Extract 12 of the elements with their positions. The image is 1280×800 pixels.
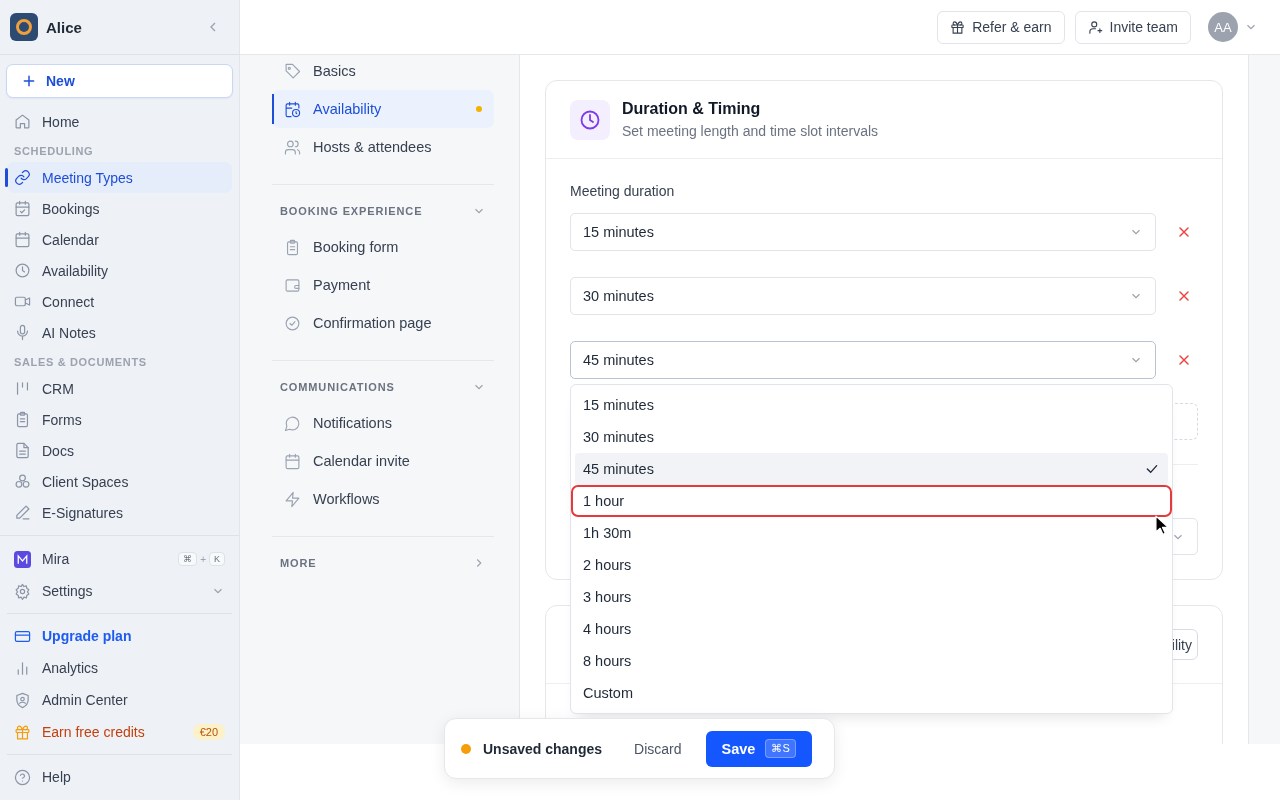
field-label: Meeting duration (570, 183, 676, 199)
key-cap: ⌘ (178, 552, 198, 566)
nav-section-label: SALES & DOCUMENTS (13, 355, 148, 370)
shortcut-key: ⌘S (765, 739, 796, 758)
card-subtitle: Set meeting length and time slot intervals (622, 123, 879, 139)
key-cap: K (209, 552, 225, 566)
nav-section-label: SCHEDULING (13, 144, 95, 159)
credit-badge: €20 (192, 724, 225, 740)
card-title: Duration & Timing (622, 100, 762, 118)
unsaved-message: Unsaved changes (483, 740, 603, 757)
workspace-name: Alice (46, 18, 83, 36)
key-joiner: + (200, 553, 206, 565)
